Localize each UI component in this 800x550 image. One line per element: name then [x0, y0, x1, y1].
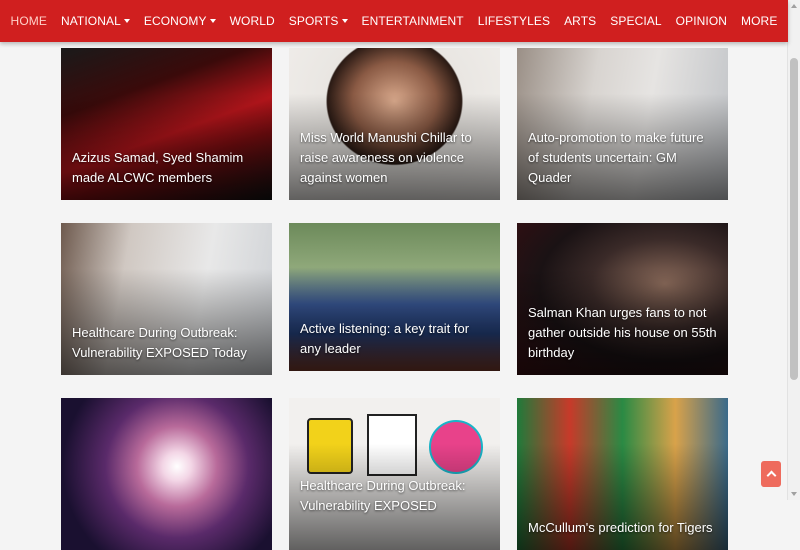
- caret-down-icon: [209, 19, 216, 23]
- scroll-up-icon[interactable]: [791, 4, 797, 8]
- article-card[interactable]: McCullum's prediction for Tigers: [517, 398, 728, 550]
- nav-item-lifestyles[interactable]: LIFESTYLES: [471, 14, 557, 28]
- nav-label: MORE: [741, 14, 778, 28]
- nav-label: SPECIAL: [610, 14, 662, 28]
- image-overlay: [289, 398, 500, 550]
- article-card[interactable]: Salman Khan urges fans to not gather out…: [517, 223, 728, 375]
- nav-label: LIFESTYLES: [477, 14, 551, 28]
- article-card[interactable]: Auto-promotion to make future of student…: [517, 48, 728, 200]
- nav-label: ARTS: [564, 14, 597, 28]
- article-title[interactable]: McCullum's prediction for Tigers: [528, 518, 718, 538]
- article-title[interactable]: Healthcare During Outbreak: Vulnerabilit…: [72, 323, 262, 363]
- article-title[interactable]: Active listening: a key trait for any le…: [300, 319, 490, 359]
- article-card[interactable]: [61, 398, 272, 550]
- nav-label: ENTERTAINMENT: [361, 14, 464, 28]
- nav-item-economy[interactable]: ECONOMY: [137, 14, 223, 28]
- nav-item-special[interactable]: SPECIAL: [603, 14, 668, 28]
- caret-down-icon: [123, 19, 130, 23]
- chevron-up-icon: [766, 470, 776, 481]
- article-image-cosmic-explosion: [61, 398, 272, 550]
- nav-item-more[interactable]: MORE: [734, 14, 784, 28]
- article-title[interactable]: Azizus Samad, Syed Shamim made ALCWC mem…: [72, 148, 262, 188]
- article-grid: Azizus Samad, Syed Shamim made ALCWC mem…: [61, 48, 729, 550]
- article-title[interactable]: Salman Khan urges fans to not gather out…: [528, 303, 718, 363]
- article-card[interactable]: Healthcare During Outbreak: Vulnerabilit…: [61, 223, 272, 375]
- scroll-down-icon[interactable]: [791, 492, 797, 496]
- nav-item-sports[interactable]: SPORTS: [282, 14, 355, 28]
- article-card[interactable]: Miss World Manushi Chillar to raise awar…: [289, 48, 500, 200]
- nav-item-opinion[interactable]: OPINION: [669, 14, 734, 28]
- nav-item-home[interactable]: HOME: [4, 14, 54, 28]
- nav-item-world[interactable]: WORLD: [223, 14, 282, 28]
- vertical-scrollbar[interactable]: [787, 0, 800, 500]
- article-card[interactable]: Azizus Samad, Syed Shamim made ALCWC mem…: [61, 48, 272, 200]
- nav-item-entertainment[interactable]: ENTERTAINMENT: [355, 14, 471, 28]
- nav-label: HOME: [10, 14, 47, 28]
- article-title[interactable]: Miss World Manushi Chillar to raise awar…: [300, 128, 490, 188]
- nav-label: NATIONAL: [60, 14, 121, 28]
- nav-label: OPINION: [675, 14, 728, 28]
- nav-item-arts[interactable]: ARTS: [557, 14, 603, 28]
- article-title[interactable]: Auto-promotion to make future of student…: [528, 128, 718, 188]
- nav-label: ECONOMY: [143, 14, 207, 28]
- scroll-thumb[interactable]: [790, 58, 798, 380]
- nav-label: WORLD: [229, 14, 275, 28]
- article-card[interactable]: Active listening: a key trait for any le…: [289, 223, 500, 371]
- main-navigation: HOME NATIONAL ECONOMY WORLD SPORTS ENTER…: [0, 0, 788, 42]
- nav-label: SPORTS: [288, 14, 339, 28]
- back-to-top-button[interactable]: [761, 461, 781, 487]
- caret-down-icon: [341, 19, 348, 23]
- nav-item-national[interactable]: NATIONAL: [54, 14, 137, 28]
- article-title[interactable]: Healthcare During Outbreak: Vulnerabilit…: [300, 476, 490, 516]
- article-card[interactable]: Healthcare During Outbreak: Vulnerabilit…: [289, 398, 500, 550]
